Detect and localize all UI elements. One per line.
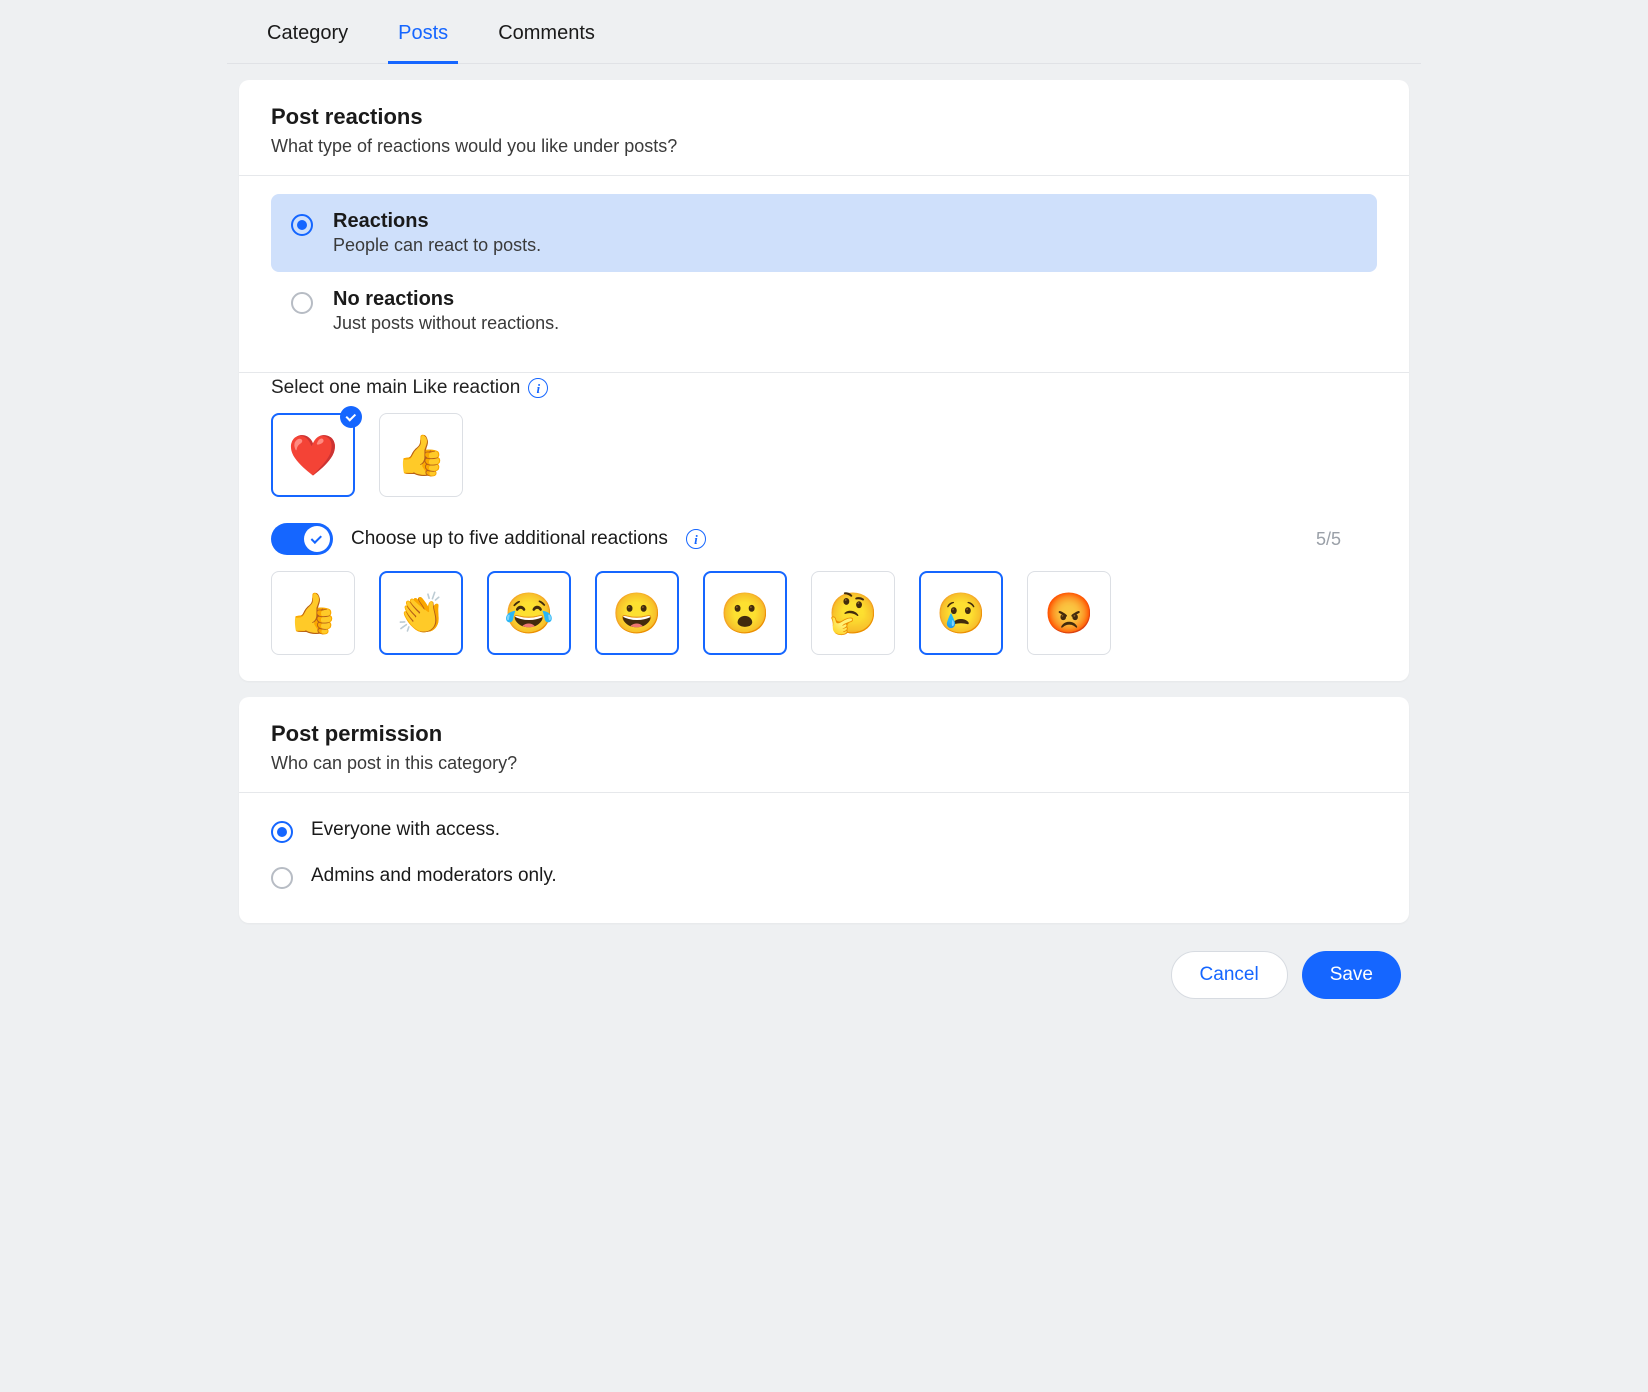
radio-icon [271, 867, 293, 889]
main-reaction-tiles: ❤️ 👍 [239, 413, 1409, 523]
reactions-option-sub: People can react to posts. [333, 235, 541, 256]
additional-reactions-label: Choose up to five additional reactions [351, 528, 668, 550]
post-reactions-card: Post reactions What type of reactions wo… [239, 80, 1409, 681]
info-icon[interactable]: i [528, 378, 548, 398]
main-reaction-heart[interactable]: ❤️ [271, 413, 355, 497]
additional-reaction-tiles: 👍 👏 😂 😀 😮 🤔 😢 😡 [239, 571, 1409, 681]
additional-reaction-sad[interactable]: 😢 [919, 571, 1003, 655]
additional-reaction-smile[interactable]: 😀 [595, 571, 679, 655]
reactions-option-title: Reactions [333, 210, 541, 233]
additional-reaction-thinking[interactable]: 🤔 [811, 571, 895, 655]
additional-reaction-thumbs-up[interactable]: 👍 [271, 571, 355, 655]
reactions-option-disable[interactable]: No reactions Just posts without reaction… [271, 272, 1377, 350]
additional-reaction-angry[interactable]: 😡 [1027, 571, 1111, 655]
additional-reactions-toggle[interactable] [271, 523, 333, 555]
check-badge-icon [340, 406, 362, 428]
tabs-bar: Category Posts Comments [227, 0, 1421, 64]
post-permission-title: Post permission [271, 721, 1377, 747]
post-reactions-title: Post reactions [271, 104, 1377, 130]
main-reaction-label: Select one main Like reaction [271, 377, 520, 399]
radio-icon [291, 214, 313, 236]
no-reactions-option-sub: Just posts without reactions. [333, 313, 559, 334]
tab-comments[interactable]: Comments [494, 12, 599, 63]
save-button[interactable]: Save [1302, 951, 1401, 999]
additional-reaction-clap[interactable]: 👏 [379, 571, 463, 655]
reactions-option-enable[interactable]: Reactions People can react to posts. [271, 194, 1377, 272]
tab-posts[interactable]: Posts [394, 12, 452, 63]
cancel-button[interactable]: Cancel [1171, 951, 1288, 999]
additional-reaction-surprised[interactable]: 😮 [703, 571, 787, 655]
footer-actions: Cancel Save [227, 923, 1421, 999]
tab-category[interactable]: Category [263, 12, 352, 63]
permission-option-everyone[interactable]: Everyone with access. [271, 807, 1377, 853]
post-permission-card: Post permission Who can post in this cat… [239, 697, 1409, 923]
info-icon[interactable]: i [686, 529, 706, 549]
radio-icon [271, 821, 293, 843]
radio-icon [291, 292, 313, 314]
permission-option-label: Everyone with access. [311, 819, 500, 841]
main-reaction-thumbs-up[interactable]: 👍 [379, 413, 463, 497]
additional-reaction-tears-of-joy[interactable]: 😂 [487, 571, 571, 655]
post-permission-subtitle: Who can post in this category? [271, 753, 1377, 774]
permission-option-label: Admins and moderators only. [311, 865, 557, 887]
no-reactions-option-title: No reactions [333, 288, 559, 311]
permission-option-admins[interactable]: Admins and moderators only. [271, 853, 1377, 899]
additional-reactions-counter: 5/5 [1316, 529, 1377, 550]
post-reactions-subtitle: What type of reactions would you like un… [271, 136, 1377, 157]
